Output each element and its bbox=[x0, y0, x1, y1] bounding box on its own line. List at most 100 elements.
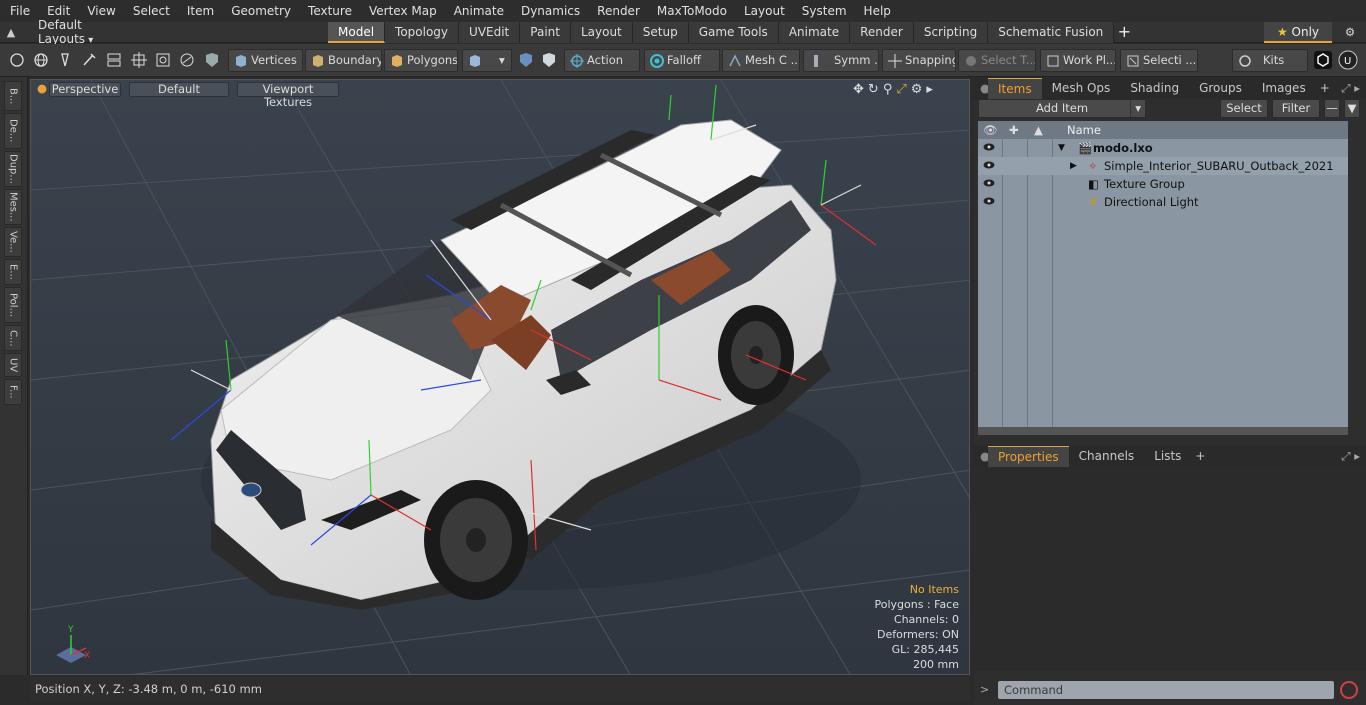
component-icon[interactable] bbox=[153, 50, 173, 70]
menu-vertex-map[interactable]: Vertex Map bbox=[359, 0, 444, 22]
item-row-scene[interactable]: ▼ 🎬 modo.lxo bbox=[978, 139, 1348, 157]
menu-geometry[interactable]: Geometry bbox=[221, 0, 298, 22]
vertices-button[interactable]: Vertices bbox=[228, 49, 303, 72]
expand-arrow-icon[interactable]: ▶ bbox=[1070, 157, 1077, 175]
left-tab-f[interactable]: F... bbox=[4, 379, 22, 405]
panel-menu-icon[interactable]: ● bbox=[974, 81, 990, 95]
shield-icon[interactable] bbox=[202, 50, 222, 70]
action-button[interactable]: Action bbox=[564, 49, 640, 72]
add-panel-tab-icon[interactable]: + bbox=[1191, 446, 1209, 466]
collapse-icon[interactable]: — bbox=[1324, 99, 1340, 118]
panel-menu-icon[interactable]: ● bbox=[974, 449, 990, 463]
left-tab-dup[interactable]: Dup... bbox=[4, 151, 22, 187]
globe-icon[interactable] bbox=[31, 50, 51, 70]
tab-images[interactable]: Images bbox=[1252, 78, 1316, 98]
viewport-textures-dropdown[interactable]: Viewport Textures bbox=[237, 82, 339, 109]
pen-icon[interactable] bbox=[55, 50, 75, 70]
tab-items[interactable]: Items bbox=[988, 77, 1042, 99]
pan-icon[interactable]: ✥ bbox=[853, 82, 864, 97]
menu-texture[interactable]: Texture bbox=[298, 0, 359, 22]
smooth-icon[interactable] bbox=[177, 50, 197, 70]
falloff-button[interactable]: Falloff bbox=[644, 49, 720, 72]
left-tab-c[interactable]: C... bbox=[4, 325, 22, 351]
menu-render[interactable]: Render bbox=[587, 0, 647, 22]
command-input[interactable]: Command bbox=[998, 681, 1334, 699]
tab-groups[interactable]: Groups bbox=[1189, 78, 1252, 98]
left-tab-pol[interactable]: Pol... bbox=[4, 287, 22, 323]
visibility-eye-icon[interactable] bbox=[983, 142, 995, 152]
tab-lists[interactable]: Lists bbox=[1144, 446, 1191, 466]
menu-item[interactable]: Item bbox=[177, 0, 221, 22]
viewport-settings-icon[interactable]: ⚙ bbox=[911, 82, 923, 97]
expand-arrow-icon[interactable]: ▼ bbox=[1058, 139, 1065, 157]
filter-button[interactable]: Filter bbox=[1272, 99, 1320, 118]
funnel-icon[interactable]: ▼ bbox=[1344, 99, 1360, 118]
panel-expand-icon[interactable]: ⤢ ▸ bbox=[1341, 449, 1366, 464]
3d-viewport[interactable]: Y X ● Perspective Default Viewport Textu… bbox=[30, 79, 970, 675]
list-scrollbar[interactable] bbox=[978, 427, 1348, 435]
maximize-icon[interactable]: ⤢ bbox=[896, 82, 906, 97]
visibility-eye-icon[interactable] bbox=[983, 160, 995, 170]
item-mode-dropdown[interactable]: ▾ bbox=[462, 49, 512, 72]
select-through-button[interactable]: Select T... bbox=[958, 49, 1036, 72]
item-row-light[interactable]: ☀ Directional Light bbox=[978, 193, 1348, 211]
selection-sets-button[interactable]: Selecti ... bbox=[1120, 49, 1198, 72]
kits-button[interactable]: Kits bbox=[1232, 49, 1308, 72]
zoom-icon[interactable]: ⚲ bbox=[883, 82, 893, 97]
left-tab-de[interactable]: De... bbox=[4, 113, 22, 149]
record-icon[interactable] bbox=[1340, 681, 1358, 699]
menu-layout[interactable]: Layout bbox=[734, 0, 792, 22]
rotate-icon[interactable]: ↻ bbox=[868, 82, 879, 97]
tab-shading[interactable]: Shading bbox=[1120, 78, 1189, 98]
unity-icon[interactable] bbox=[1313, 50, 1333, 70]
tab-schematic-fusion[interactable]: Schematic Fusion bbox=[988, 22, 1115, 43]
left-tab-mes[interactable]: Mes... bbox=[4, 189, 22, 225]
menu-select[interactable]: Select bbox=[123, 0, 177, 22]
name-column-header[interactable]: Name bbox=[1067, 121, 1101, 139]
boundary-button[interactable]: Boundary bbox=[305, 49, 382, 72]
snap-shield-icon[interactable] bbox=[516, 50, 536, 70]
select-button[interactable]: Select bbox=[1220, 99, 1268, 118]
tab-model[interactable]: Model bbox=[328, 22, 386, 43]
visibility-eye-icon[interactable] bbox=[983, 196, 995, 206]
brush-icon[interactable] bbox=[79, 50, 99, 70]
transform-icon[interactable] bbox=[129, 50, 149, 70]
item-row-mesh[interactable]: ▶ ✧ Simple_Interior_SUBARU_Outback_2021 bbox=[978, 157, 1348, 175]
add-item-button[interactable]: Add Item ▾ bbox=[978, 99, 1146, 118]
polygons-button[interactable]: Polygons bbox=[384, 49, 458, 72]
left-tab-b[interactable]: B... bbox=[4, 81, 22, 111]
align-icon[interactable] bbox=[104, 50, 124, 70]
tab-setup[interactable]: Setup bbox=[632, 22, 689, 43]
menu-dynamics[interactable]: Dynamics bbox=[511, 0, 587, 22]
only-toggle[interactable]: ★ Only bbox=[1264, 22, 1332, 43]
menu-system[interactable]: System bbox=[792, 0, 854, 22]
work-plane-button[interactable]: Work Pl... bbox=[1040, 49, 1116, 72]
tab-layout[interactable]: Layout bbox=[570, 22, 633, 43]
add-panel-tab-icon[interactable]: + bbox=[1316, 78, 1334, 98]
tab-render[interactable]: Render bbox=[850, 22, 914, 43]
mesh-constraint-button[interactable]: Mesh C ... bbox=[722, 49, 800, 72]
menu-help[interactable]: Help bbox=[854, 0, 898, 22]
left-tab-ve[interactable]: Ve... bbox=[4, 227, 22, 257]
perspective-dropdown[interactable]: Perspective bbox=[49, 82, 121, 97]
tab-properties[interactable]: Properties bbox=[988, 445, 1069, 467]
gear-icon[interactable]: ⚙ bbox=[1336, 22, 1364, 43]
left-tab-uv[interactable]: UV bbox=[4, 353, 22, 377]
tab-game-tools[interactable]: Game Tools bbox=[688, 22, 779, 43]
tab-animate[interactable]: Animate bbox=[778, 22, 851, 43]
unreal-icon[interactable]: U bbox=[1338, 50, 1358, 70]
menu-maxtomodo[interactable]: MaxToModo bbox=[647, 0, 734, 22]
circle-select-icon[interactable] bbox=[7, 50, 27, 70]
tab-topology[interactable]: Topology bbox=[385, 22, 460, 43]
symmetry-shield-icon[interactable] bbox=[539, 50, 559, 70]
panel-expand-icon[interactable]: ⤢ ▸ bbox=[1341, 81, 1366, 96]
left-tab-e[interactable]: E... bbox=[4, 259, 22, 285]
shading-dropdown[interactable]: Default bbox=[129, 82, 229, 97]
menu-animate[interactable]: Animate bbox=[444, 0, 511, 22]
visibility-eye-icon[interactable] bbox=[983, 178, 995, 188]
tab-mesh-ops[interactable]: Mesh Ops bbox=[1042, 78, 1121, 98]
symmetry-button[interactable]: Symm ... bbox=[803, 49, 879, 72]
layouts-dropdown[interactable]: Default Layouts bbox=[22, 18, 122, 46]
expand-arrow-icon[interactable]: ▸ bbox=[926, 82, 933, 97]
tab-paint[interactable]: Paint bbox=[520, 22, 571, 43]
